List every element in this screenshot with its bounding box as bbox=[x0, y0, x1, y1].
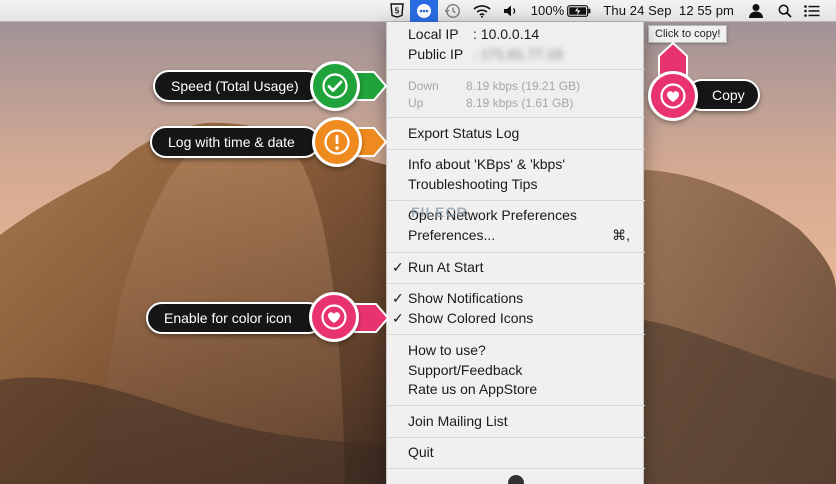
show-notifications-check: ✓ bbox=[392, 290, 404, 306]
color-icon-callout: Enable for color icon bbox=[146, 302, 324, 334]
checkmark-badge-icon bbox=[310, 61, 360, 111]
log-callout-label: Log with time & date bbox=[168, 134, 295, 150]
show-colored-icons-item[interactable]: Show Colored Icons bbox=[408, 310, 533, 326]
watermark: FILECR bbox=[411, 204, 468, 220]
battery-status[interactable]: 100% bbox=[525, 0, 598, 22]
menu-separator bbox=[387, 468, 645, 469]
download-speed-item: Down 8.19 kbps (19.21 GB) bbox=[408, 79, 580, 93]
down-value: 8.19 kbps (19.21 GB) bbox=[466, 79, 581, 93]
html5-icon[interactable]: 5 bbox=[384, 0, 410, 22]
rate-us-item[interactable]: Rate us on AppStore bbox=[408, 381, 537, 397]
exclamation-badge-icon bbox=[312, 117, 362, 167]
up-label: Up bbox=[408, 96, 424, 110]
speed-callout-label: Speed (Total Usage) bbox=[171, 78, 299, 94]
how-to-use-item[interactable]: How to use? bbox=[408, 342, 486, 358]
up-value: 8.19 kbps (1.61 GB) bbox=[466, 96, 574, 110]
color-icon-arrow-icon bbox=[354, 303, 390, 333]
public-ip-label: Public IP bbox=[408, 46, 464, 62]
wifi-icon[interactable] bbox=[467, 0, 497, 22]
menu-separator bbox=[387, 200, 645, 201]
quit-item[interactable]: Quit bbox=[408, 444, 434, 460]
menu-separator bbox=[387, 117, 645, 118]
show-notifications-item[interactable]: Show Notifications bbox=[408, 290, 523, 306]
info-kbps-item[interactable]: Info about 'KBps' & 'kbps' bbox=[408, 156, 565, 172]
color-icon-callout-label: Enable for color icon bbox=[164, 310, 292, 326]
troubleshooting-tips-item[interactable]: Troubleshooting Tips bbox=[408, 176, 537, 192]
spotlight-icon[interactable] bbox=[772, 0, 798, 22]
menu-separator bbox=[387, 334, 645, 335]
export-status-log-item[interactable]: Export Status Log bbox=[408, 125, 519, 141]
heart-badge-icon bbox=[309, 292, 359, 342]
volume-icon[interactable] bbox=[497, 0, 525, 22]
heart-badge-icon bbox=[648, 71, 698, 121]
preferences-shortcut: ⌘, bbox=[612, 227, 630, 243]
netspeed-icon[interactable] bbox=[409, 0, 438, 22]
public-ip-value: : 171.61.77.19 bbox=[473, 46, 563, 62]
svg-text:5: 5 bbox=[394, 7, 399, 16]
scroll-indicator-icon bbox=[508, 475, 524, 484]
menu-separator bbox=[387, 252, 645, 253]
battery-icon bbox=[567, 4, 591, 17]
clock[interactable]: Thu 24 Sep 12 55 pm bbox=[597, 0, 740, 22]
user-icon[interactable] bbox=[740, 0, 772, 22]
menu-separator bbox=[387, 283, 645, 284]
run-at-start-item[interactable]: Run At Start bbox=[408, 259, 483, 275]
support-feedback-item[interactable]: Support/Feedback bbox=[408, 362, 522, 378]
menu-separator bbox=[387, 149, 645, 150]
copy-callout-label: Copy bbox=[712, 87, 745, 103]
run-at-start-check: ✓ bbox=[392, 259, 404, 275]
local-ip-item[interactable]: Local IP : 10.0.0.14 bbox=[408, 26, 539, 42]
battery-percent: 100% bbox=[530, 3, 565, 18]
preferences-label: Preferences... bbox=[408, 227, 496, 243]
menu-separator bbox=[387, 437, 645, 438]
menu-bar: 5 100% Thu 24 Sep 12 55 pm bbox=[0, 0, 836, 22]
show-colored-icons-check: ✓ bbox=[392, 310, 404, 326]
menu-separator bbox=[387, 405, 645, 406]
upload-speed-item: Up 8.19 kbps (1.61 GB) bbox=[408, 96, 573, 110]
copy-tooltip: Click to copy! bbox=[648, 25, 728, 43]
notification-center-icon[interactable] bbox=[798, 0, 822, 22]
speed-callout: Speed (Total Usage) bbox=[153, 70, 323, 102]
log-callout: Log with time & date bbox=[150, 126, 320, 158]
public-ip-item[interactable]: Public IP : 171.61.77.19 bbox=[408, 46, 563, 62]
time-machine-icon[interactable] bbox=[438, 0, 467, 22]
local-ip-label: Local IP bbox=[408, 26, 459, 42]
join-mailing-list-item[interactable]: Join Mailing List bbox=[408, 413, 508, 429]
local-ip-value: : 10.0.0.14 bbox=[473, 26, 540, 42]
menu-separator bbox=[387, 69, 645, 70]
netspeed-dropdown-menu: Local IP : 10.0.0.14 Public IP : 171.61.77… bbox=[386, 22, 645, 484]
preferences-item[interactable]: Preferences... ⌘, bbox=[408, 227, 630, 243]
down-label: Down bbox=[408, 79, 439, 93]
